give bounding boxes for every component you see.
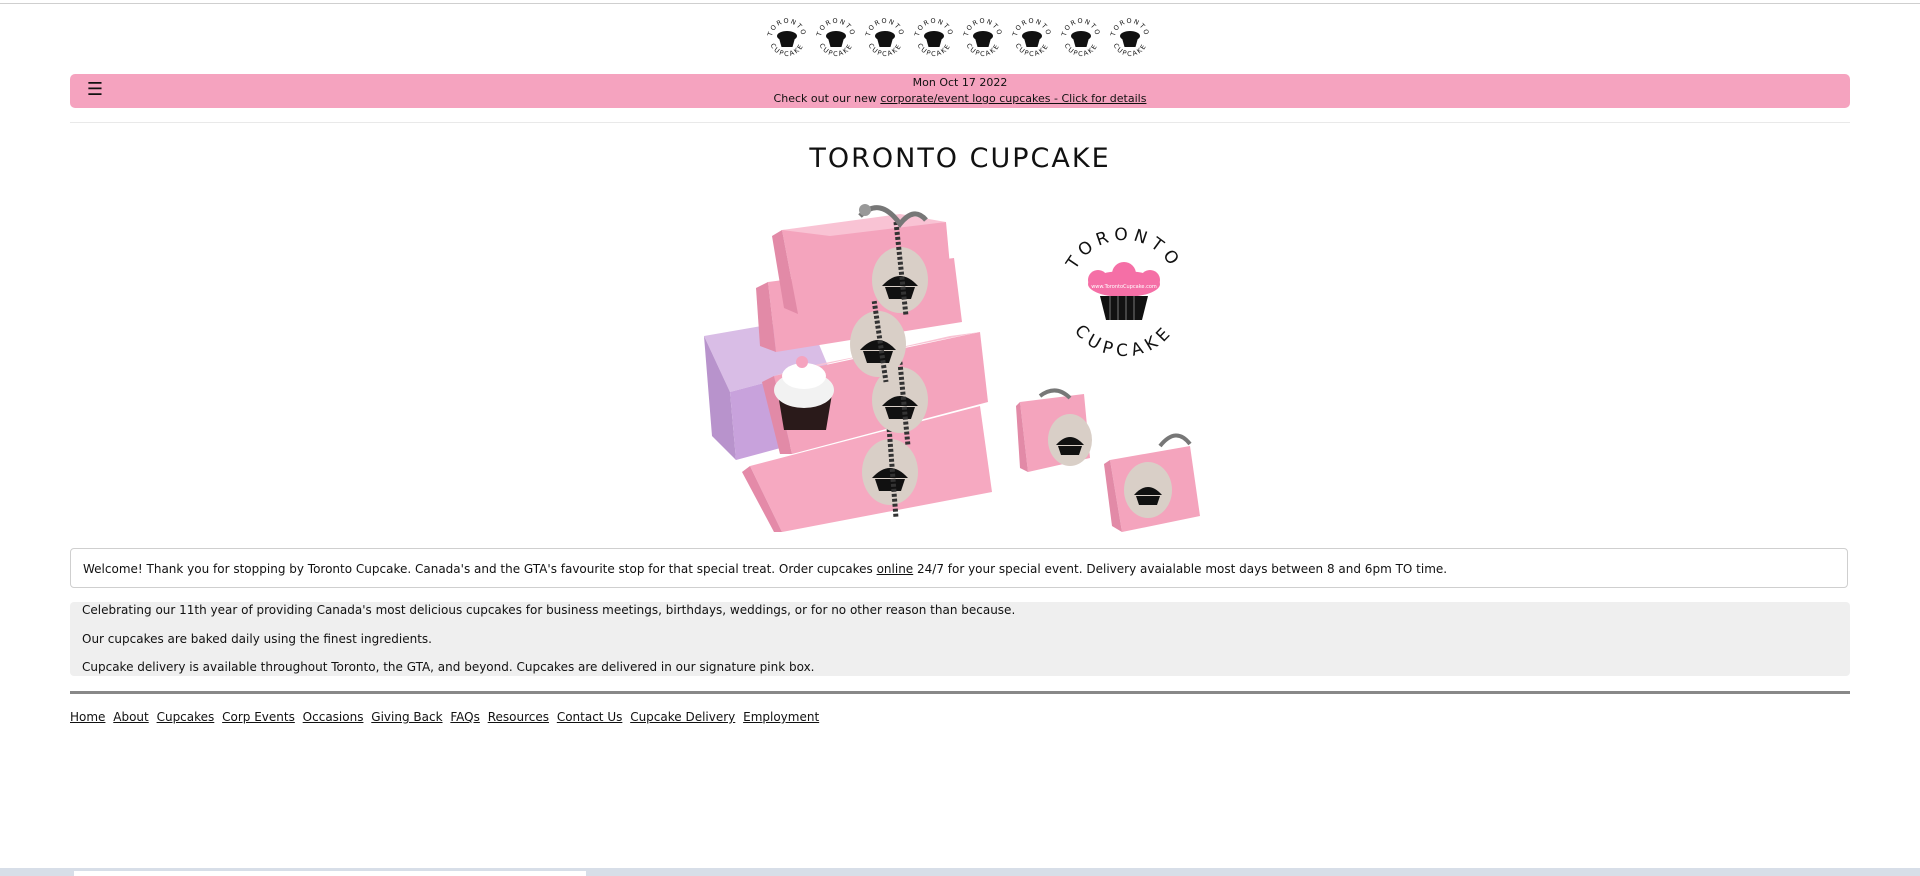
footer-link-cupcakes[interactable]: Cupcakes — [157, 710, 215, 724]
footer-link-cupcake-delivery[interactable]: Cupcake Delivery — [630, 710, 735, 724]
mini-logo-icon: TORONTOCUPCAKE — [864, 17, 905, 58]
footer-link-resources[interactable]: Resources — [488, 710, 549, 724]
info-line-anniversary: Celebrating our 11th year of providing C… — [82, 603, 1016, 617]
mini-logo-icon: TORONTOCUPCAKE — [815, 17, 856, 58]
small-box-1 — [1016, 388, 1092, 472]
footer-link-about[interactable]: About — [113, 710, 148, 724]
welcome-message: Welcome! Thank you for stopping by Toron… — [70, 548, 1848, 588]
hero-logo-url: www.TorontoCupcake.com — [1091, 284, 1157, 290]
svg-text:CUPCAKE: CUPCAKE — [1070, 321, 1177, 361]
footer-nav: Home About Cupcakes Corp Events Occasion… — [70, 709, 823, 725]
footer-link-employment[interactable]: Employment — [743, 710, 819, 724]
info-line-ingredients: Our cupcakes are baked daily using the f… — [82, 632, 432, 646]
welcome-text-start: Welcome! Thank you for stopping by Toron… — [83, 562, 877, 576]
promo-prefix: Check out our new — [773, 92, 881, 105]
footer-link-contact-us[interactable]: Contact Us — [557, 710, 623, 724]
mini-logo-icon: TORONTOCUPCAKE — [962, 17, 1003, 58]
hero-logo-bottom-text: CUPCAKE — [1070, 321, 1172, 361]
footer-link-home[interactable]: Home — [70, 710, 105, 724]
browser-bottom-tab — [74, 871, 586, 876]
logo-strip: TORONTO CUPCAKE TORONTO CUPCAKE TORONTO CUPCA… — [763, 14, 1159, 62]
hero-image: TORONTO CUPCAKE www.TorontoCupcake.com — [704, 204, 1200, 532]
info-line-delivery: Cupcake delivery is available throughout… — [82, 660, 815, 674]
order-online-link[interactable]: online — [877, 562, 914, 576]
footer-link-corp-events[interactable]: Corp Events — [222, 710, 295, 724]
promo-link[interactable]: corporate/event logo cupcakes - Click fo… — [880, 92, 1146, 105]
top-divider — [0, 3, 1920, 4]
mini-logo-icon: TORONTOCUPCAKE — [913, 17, 954, 58]
footer-link-occasions[interactable]: Occasions — [303, 710, 364, 724]
hero-logo: TORONTO CUPCAKE www.TorontoCupcake.com — [1062, 225, 1180, 361]
welcome-text-end: 24/7 for your special event. Delivery av… — [913, 562, 1448, 576]
current-date: Mon Oct 17 2022 — [912, 76, 1008, 89]
header-divider — [70, 122, 1850, 123]
mini-logo-icon: TORONTOCUPCAKE — [1060, 17, 1101, 58]
footer-link-faqs[interactable]: FAQs — [450, 710, 480, 724]
announcement-banner: ☰ Mon Oct 17 2022 Check out our new corp… — [70, 74, 1850, 108]
small-box-2 — [1104, 433, 1200, 532]
mini-logo-icon: TORONTOCUPCAKE — [1011, 17, 1052, 58]
info-panel: Celebrating our 11th year of providing C… — [70, 602, 1850, 676]
mini-logo-icon: TORONTOCUPCAKE — [1109, 17, 1150, 58]
mini-logo-icon: TORONTOCUPCAKE — [766, 17, 807, 58]
footer-divider — [70, 691, 1850, 694]
promo-text: Check out our new corporate/event logo c… — [70, 92, 1850, 106]
footer-link-giving-back[interactable]: Giving Back — [371, 710, 442, 724]
page-title: TORONTO CUPCAKE — [809, 143, 1111, 174]
